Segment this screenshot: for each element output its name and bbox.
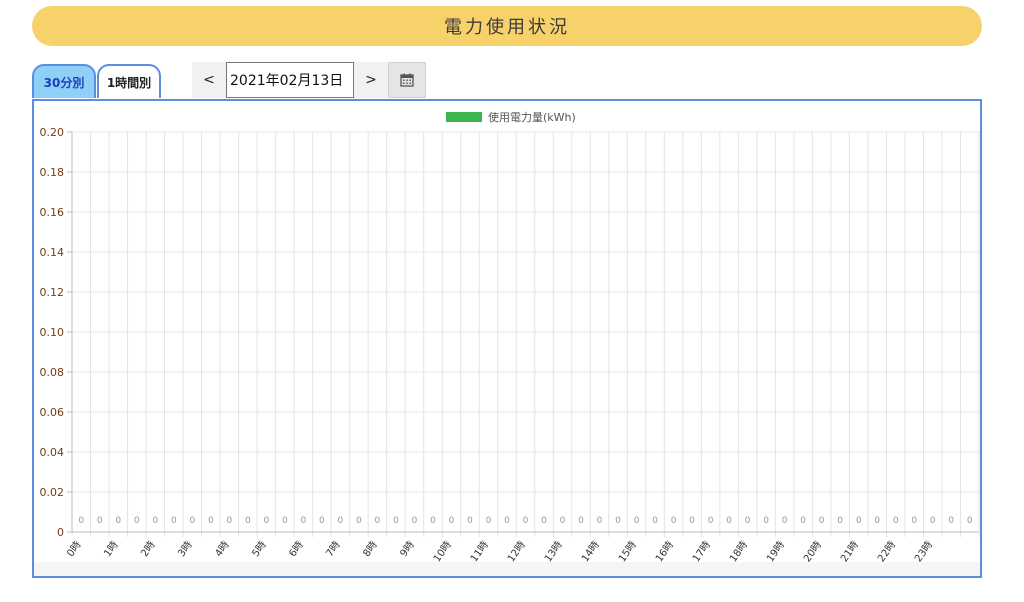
bar-value-label: 0 bbox=[356, 516, 362, 526]
bar-value-label: 0 bbox=[208, 516, 214, 526]
bar-value-label: 0 bbox=[282, 516, 288, 526]
x-tick-label: 16時 bbox=[653, 539, 676, 562]
x-tick-label: 1時 bbox=[102, 539, 121, 559]
x-tick-label: 23時 bbox=[912, 539, 935, 562]
y-tick-label: 0.08 bbox=[40, 366, 65, 379]
bar-value-label: 0 bbox=[375, 516, 381, 526]
bar-value-label: 0 bbox=[763, 516, 769, 526]
bar-value-label: 0 bbox=[856, 516, 862, 526]
bar-value-label: 0 bbox=[615, 516, 621, 526]
y-tick-label: 0.10 bbox=[40, 326, 65, 339]
bar-value-label: 0 bbox=[874, 516, 880, 526]
x-tick-label: 15時 bbox=[616, 539, 639, 562]
next-day-button[interactable]: > bbox=[354, 62, 388, 98]
bar-value-label: 0 bbox=[319, 516, 325, 526]
x-tick-label: 18時 bbox=[727, 539, 750, 562]
y-tick-label: 0.02 bbox=[40, 486, 65, 499]
x-tick-label: 8時 bbox=[361, 539, 380, 559]
bar-value-label: 0 bbox=[301, 516, 307, 526]
bar-value-label: 0 bbox=[226, 516, 232, 526]
y-tick-label: 0 bbox=[57, 526, 64, 539]
chart-panel: 使用電力量(kWh) 0 0.02 0.04 0.06 0.08 0.10 0.12 0.14… bbox=[32, 99, 982, 578]
x-tick-label: 0時 bbox=[64, 539, 83, 559]
y-tick-label: 0.20 bbox=[40, 126, 65, 139]
bar-value-label: 0 bbox=[115, 516, 121, 526]
x-tick-label: 3時 bbox=[176, 539, 195, 559]
bar-value-label: 0 bbox=[263, 516, 269, 526]
x-tick-label: 13時 bbox=[542, 539, 565, 562]
bar-value-label: 0 bbox=[245, 516, 251, 526]
y-tick-label: 0.14 bbox=[40, 246, 65, 259]
x-tick-label: 22時 bbox=[875, 539, 898, 562]
y-tick-label: 0.06 bbox=[40, 406, 65, 419]
bar-value-label: 0 bbox=[97, 516, 103, 526]
date-navigator: < > bbox=[192, 62, 426, 98]
page-title: 電力使用状況 bbox=[444, 17, 570, 38]
x-tick-label: 9時 bbox=[398, 539, 417, 559]
chart-footer bbox=[34, 562, 980, 576]
y-tick-label: 0.12 bbox=[40, 286, 65, 299]
bar-value-label: 0 bbox=[689, 516, 695, 526]
bar-value-label: 0 bbox=[911, 516, 917, 526]
y-tick-label: 0.04 bbox=[40, 446, 65, 459]
x-tick-label: 4時 bbox=[213, 539, 232, 559]
bar-value-label: 0 bbox=[634, 516, 640, 526]
bar-value-label: 0 bbox=[930, 516, 936, 526]
bar-value-label: 0 bbox=[430, 516, 436, 526]
bar-value-label: 0 bbox=[486, 516, 492, 526]
bar-value-label: 0 bbox=[78, 516, 84, 526]
bar-value-label: 0 bbox=[948, 516, 954, 526]
x-tick-label: 19時 bbox=[764, 539, 787, 562]
calendar-icon bbox=[400, 73, 414, 87]
bar-value-label: 0 bbox=[837, 516, 843, 526]
legend-swatch bbox=[446, 112, 482, 122]
x-tick-label: 11時 bbox=[468, 539, 491, 562]
x-tick-label: 2時 bbox=[139, 539, 158, 559]
bar-value-label: 0 bbox=[800, 516, 806, 526]
bar-value-label: 0 bbox=[652, 516, 658, 526]
bar-value-label: 0 bbox=[134, 516, 140, 526]
bar-value-label: 0 bbox=[338, 516, 344, 526]
usage-bar-chart: 使用電力量(kWh) 0 0.02 0.04 0.06 0.08 0.10 0.12 0.14… bbox=[40, 111, 980, 562]
bar-value-label: 0 bbox=[171, 516, 177, 526]
y-tick-label: 0.16 bbox=[40, 206, 65, 219]
calendar-button[interactable] bbox=[388, 62, 426, 98]
bar-value-label: 0 bbox=[782, 516, 788, 526]
x-tick-label: 12時 bbox=[505, 539, 528, 562]
bar-value-label: 0 bbox=[578, 516, 584, 526]
prev-day-button[interactable]: < bbox=[192, 62, 226, 98]
bar-value-label: 0 bbox=[523, 516, 529, 526]
bar-value-label: 0 bbox=[541, 516, 547, 526]
legend-label: 使用電力量(kWh) bbox=[488, 111, 576, 124]
x-tick-label: 20時 bbox=[801, 539, 824, 562]
bar-value-label: 0 bbox=[504, 516, 510, 526]
bar-value-label: 0 bbox=[745, 516, 751, 526]
page-header: 電力使用状況 bbox=[32, 6, 982, 46]
bar-value-label: 0 bbox=[560, 516, 566, 526]
date-input[interactable] bbox=[226, 62, 354, 98]
x-tick-label: 10時 bbox=[431, 539, 454, 562]
x-tick-label: 14時 bbox=[579, 539, 602, 562]
tab-30min[interactable]: 30分別 bbox=[32, 64, 96, 98]
x-tick-label: 6時 bbox=[287, 539, 306, 559]
x-tick-label: 7時 bbox=[324, 539, 343, 559]
bar-value-label: 0 bbox=[726, 516, 732, 526]
bar-value-label: 0 bbox=[597, 516, 603, 526]
bar-value-label: 0 bbox=[819, 516, 825, 526]
bar-value-label: 0 bbox=[393, 516, 399, 526]
bar-value-label: 0 bbox=[708, 516, 714, 526]
bar-value-label: 0 bbox=[412, 516, 418, 526]
bar-value-label: 0 bbox=[967, 516, 973, 526]
bar-value-label: 0 bbox=[152, 516, 158, 526]
bar-value-label: 0 bbox=[671, 516, 677, 526]
bar-value-label: 0 bbox=[893, 516, 899, 526]
y-tick-label: 0.18 bbox=[40, 166, 65, 179]
x-tick-label: 5時 bbox=[250, 539, 269, 559]
x-tick-label: 21時 bbox=[838, 539, 861, 562]
tab-1hour[interactable]: 1時間別 bbox=[97, 64, 161, 98]
bar-value-label: 0 bbox=[467, 516, 473, 526]
x-tick-label: 17時 bbox=[690, 539, 713, 562]
bar-value-label: 0 bbox=[449, 516, 455, 526]
bar-value-label: 0 bbox=[189, 516, 195, 526]
